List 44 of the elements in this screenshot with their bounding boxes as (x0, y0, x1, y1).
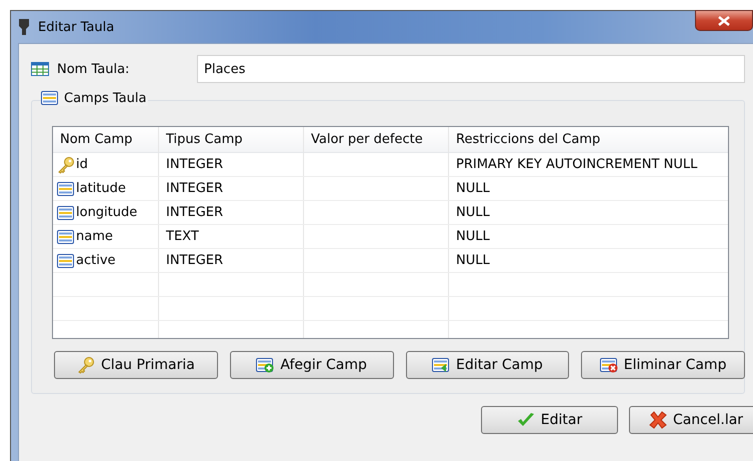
ok-button[interactable]: Editar (481, 406, 618, 434)
edit-field-icon (432, 357, 450, 373)
column-header[interactable]: Valor per defecte (304, 127, 449, 152)
table-cell: TEXT (166, 229, 199, 244)
table-cell: INTEGER (166, 157, 224, 172)
cancel-button[interactable]: Cancel.lar (629, 406, 753, 434)
field-name: id (76, 157, 88, 172)
table-name-field[interactable]: Places (197, 55, 745, 83)
column-header[interactable]: Restriccions del Camp (449, 127, 728, 152)
table-cell: INTEGER (166, 253, 224, 268)
key-icon (76, 356, 95, 374)
field-icon (57, 228, 75, 244)
check-icon (516, 412, 535, 428)
table-cell: NULL (456, 253, 490, 268)
table-cell: NULL (456, 205, 490, 220)
key-field-button[interactable]: Clau Primaria (54, 351, 218, 379)
field-icon (57, 180, 75, 196)
delete-field-icon (600, 357, 618, 373)
table-cell: PRIMARY KEY AUTOINCREMENT NULL (456, 157, 698, 172)
table-icon (31, 62, 49, 76)
table-cell: NULL (456, 181, 490, 196)
table-cell: INTEGER (166, 181, 224, 196)
field-name: active (76, 253, 116, 268)
edit-field-button[interactable]: Editar Camp (406, 351, 570, 379)
delete-field-button[interactable]: Eliminar Camp (581, 351, 745, 379)
field-icon (57, 204, 75, 220)
window-title: Editar Taula (38, 20, 114, 34)
table-cell: NULL (456, 229, 490, 244)
add-field-button[interactable]: Afegir Camp (230, 351, 394, 379)
table-name-label: Nom Taula: (57, 62, 130, 76)
column-header[interactable]: Nom Camp (53, 127, 159, 152)
field-name: longitude (76, 205, 138, 220)
group-title: Camps Taula (64, 90, 146, 106)
key-icon (57, 156, 75, 174)
cross-icon (648, 411, 667, 429)
table-cell: INTEGER (166, 205, 224, 220)
field-name: name (76, 229, 113, 244)
add-field-icon (256, 357, 274, 373)
field-icon (57, 252, 75, 268)
close-button[interactable] (695, 10, 753, 31)
column-header[interactable]: Tipus Camp (159, 127, 304, 152)
field-name: latitude (76, 181, 126, 196)
close-icon (718, 16, 730, 26)
fields-icon (41, 90, 59, 106)
